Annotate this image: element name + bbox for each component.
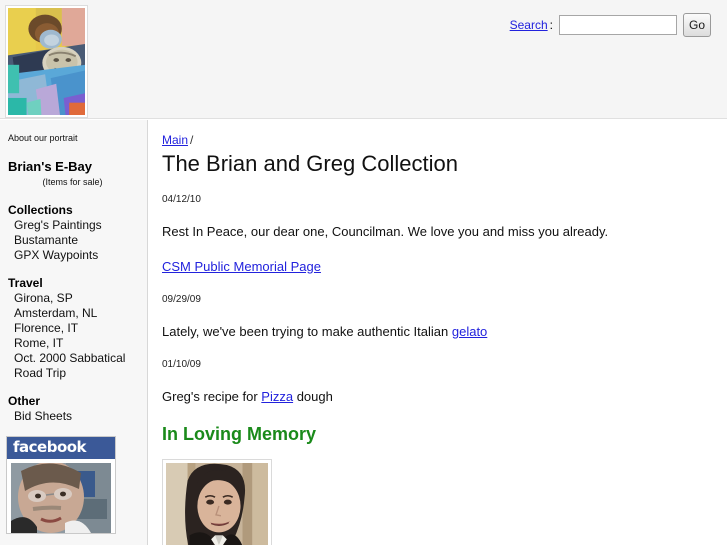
entry-text: Greg's recipe for Pizza dough — [162, 388, 713, 405]
portrait-image-frame[interactable] — [5, 5, 88, 118]
portrait-painting-image — [8, 8, 85, 115]
site-header: Search : Go — [0, 0, 727, 119]
sidebar-group-title: Travel — [8, 276, 43, 290]
memorial-photo-frame[interactable] — [162, 459, 272, 545]
sidebar-item-gpx-waypoints[interactable]: GPX Waypoints — [14, 248, 147, 263]
sidebar-group-title: Collections — [8, 203, 73, 217]
gelato-link[interactable]: gelato — [452, 324, 487, 339]
sidebar-item-girona-sp[interactable]: Girona, SP — [14, 291, 147, 306]
entry-date: 04/12/10 — [162, 194, 201, 205]
entry-text: Rest In Peace, our dear one, Councilman.… — [162, 223, 713, 240]
sidebar-group-other: Other Bid Sheets — [6, 393, 147, 424]
search-input[interactable] — [559, 15, 677, 35]
page-root: Search : Go About our portrait Brian's E… — [0, 0, 727, 545]
sidebar-group-travel: Travel Girona, SP Amsterdam, NL Florence… — [6, 275, 147, 381]
breadcrumb-separator: / — [190, 133, 194, 147]
in-loving-memory-heading: In Loving Memory — [162, 424, 317, 444]
search-link[interactable]: Search — [510, 18, 548, 32]
pizza-link[interactable]: Pizza — [261, 389, 293, 404]
breadcrumb-link-main[interactable]: Main — [162, 133, 188, 147]
sidebar-item-brians-ebay[interactable]: Brian's E-Bay — [8, 159, 147, 175]
entry-text-body: Rest In Peace, our dear one, Councilman.… — [162, 224, 609, 239]
sidebar-group-collections: Collections Greg's Paintings Bustamante … — [6, 202, 147, 263]
search-colon: : — [549, 18, 553, 32]
facebook-widget[interactable]: facebook — [6, 436, 116, 534]
facebook-profile-photo-image — [11, 463, 111, 533]
sidebar-item-gregs-paintings[interactable]: Greg's Paintings — [14, 218, 147, 233]
sidebar-group-title: Other — [8, 394, 41, 408]
sidebar-item-rome-it[interactable]: Rome, IT — [14, 336, 147, 351]
entry-date: 09/29/09 — [162, 294, 201, 305]
sidebar: About our portrait Brian's E-Bay (Items … — [0, 120, 148, 545]
breadcrumb: Main / — [162, 133, 713, 148]
search-area: Search : Go — [510, 13, 711, 37]
facebook-photo-wrap — [7, 459, 115, 533]
search-go-button[interactable]: Go — [683, 13, 711, 37]
entry-text-tail: dough — [293, 389, 333, 404]
entry-text-body: Greg's recipe for — [162, 389, 262, 404]
entry-text-body: Lately, we've been trying to make authen… — [162, 324, 452, 339]
facebook-logo-text: facebook — [7, 437, 115, 459]
page-title: The Brian and Greg Collection — [162, 151, 458, 176]
sidebar-item-bustamante[interactable]: Bustamante — [14, 233, 147, 248]
sidebar-item-oct-2000-sabbatical[interactable]: Oct. 2000 Sabbatical — [14, 351, 147, 366]
sidebar-item-amsterdam-nl[interactable]: Amsterdam, NL — [14, 306, 147, 321]
sidebar-item-road-trip[interactable]: Road Trip — [14, 366, 147, 381]
csm-public-memorial-page-link[interactable]: CSM Public Memorial Page — [162, 259, 321, 274]
entry-text: Lately, we've been trying to make authen… — [162, 323, 713, 340]
memorial-portrait-photo-image — [166, 463, 268, 545]
sidebar-ebay-note: (Items for sale) — [42, 177, 103, 187]
sidebar-item-florence-it[interactable]: Florence, IT — [14, 321, 147, 336]
sidebar-item-about-portrait[interactable]: About our portrait — [8, 132, 147, 145]
memorial-link-block: CSM Public Memorial Page — [162, 258, 713, 275]
main-content: Main / The Brian and Greg Collection 04/1… — [149, 120, 727, 545]
sidebar-item-bid-sheets[interactable]: Bid Sheets — [14, 409, 147, 424]
entry-date: 01/10/09 — [162, 359, 201, 370]
